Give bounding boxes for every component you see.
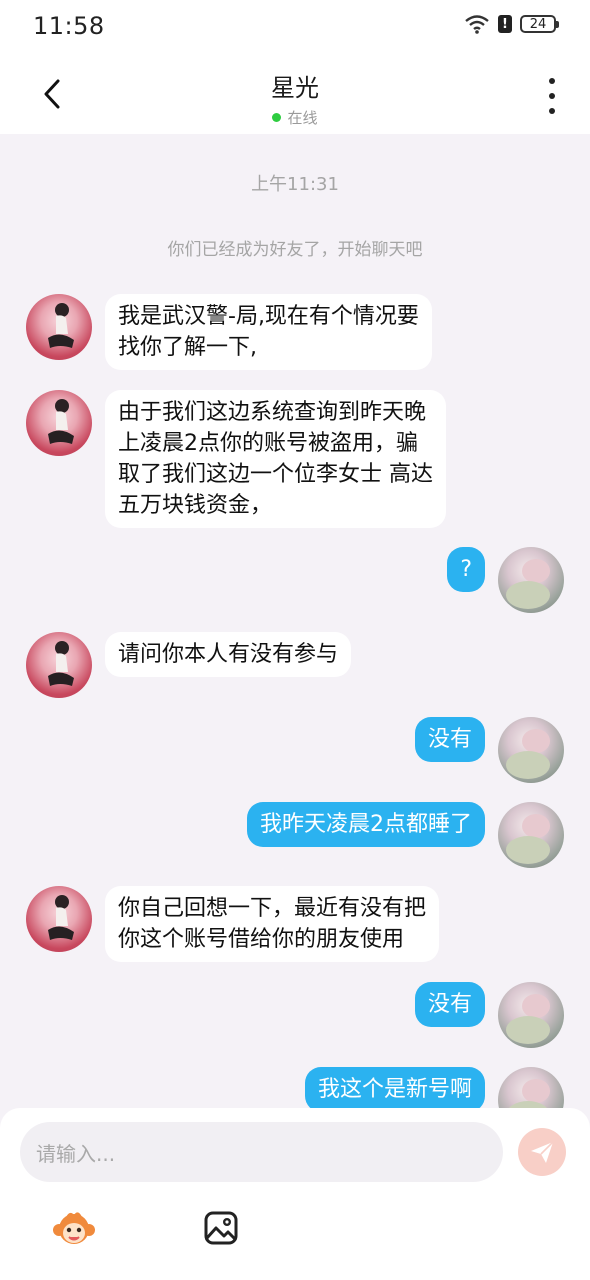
battery-icon: 24	[520, 15, 559, 33]
message-row: 没有	[414, 982, 564, 1048]
outgoing-message-bubble[interactable]: ?	[447, 547, 485, 592]
incoming-message-bubble[interactable]: 你自己回想一下，最近有没有把 你这个账号借给你的朋友使用	[105, 886, 440, 962]
online-dot-icon	[272, 113, 282, 122]
message-row: 请问你本人有没有参与	[26, 632, 352, 698]
message-text-line: ?	[460, 557, 472, 582]
message-text-line: 上凌晨2点你的账号被盗用，骗	[118, 431, 418, 456]
my-avatar[interactable]	[498, 717, 564, 783]
title-block: 星光 在线	[0, 68, 590, 128]
message-composer: 请输入...	[0, 1108, 590, 1280]
message-text-line: 没有	[427, 992, 472, 1017]
contact-name: 星光	[271, 74, 319, 102]
alert-icon: !	[498, 15, 512, 33]
image-button[interactable]	[199, 1206, 243, 1250]
avatar-figure-icon	[48, 641, 74, 686]
message-row: 我是武汉警-局,现在有个情况要 找你了解一下,	[26, 294, 432, 370]
message-text-line: 你这个账号借给你的朋友使用	[118, 927, 405, 952]
more-options-button[interactable]	[542, 78, 562, 114]
monkey-sticker-icon	[53, 1212, 95, 1244]
avatar-figure-icon	[48, 895, 74, 940]
message-row: 你自己回想一下，最近有没有把 你这个账号借给你的朋友使用	[26, 886, 440, 962]
message-text-line: 找你了解一下,	[118, 335, 257, 360]
message-text-line: 取了我们这边一个位李女士 高达	[118, 462, 433, 487]
incoming-message-bubble[interactable]: 我是武汉警-局,现在有个情况要 找你了解一下,	[105, 294, 432, 370]
message-row: 由于我们这边系统查询到昨天晚 上凌晨2点你的账号被盗用，骗 取了我们这边一个位李…	[26, 390, 446, 528]
message-input[interactable]: 请输入...	[20, 1122, 503, 1182]
avatar-photo-icon	[506, 994, 550, 1044]
avatar-photo-icon	[506, 729, 550, 779]
contact-avatar[interactable]	[26, 886, 92, 952]
message-text-line: 由于我们这边系统查询到昨天晚	[118, 400, 427, 425]
message-text-line: 请问你本人有没有参与	[118, 642, 339, 667]
status-icons: ! 24	[464, 14, 559, 34]
avatar-photo-icon	[506, 1079, 550, 1114]
send-button[interactable]	[518, 1128, 566, 1176]
more-dot	[549, 93, 555, 99]
avatar-photo-icon	[506, 814, 550, 864]
battery-level: 24	[529, 16, 547, 32]
contact-avatar[interactable]	[26, 390, 92, 456]
system-note: 你们已经成为好友了，开始聊天吧	[167, 240, 423, 260]
image-icon	[204, 1211, 238, 1245]
message-text-line: 五万块钱资金，	[118, 493, 273, 518]
outgoing-message-bubble[interactable]: 我昨天凌晨2点都睡了	[247, 802, 485, 847]
message-row: 我昨天凌晨2点都睡了	[247, 802, 564, 868]
message-text-line: 我这个是新号啊	[317, 1077, 472, 1102]
outgoing-message-bubble[interactable]: 没有	[414, 982, 485, 1027]
send-icon	[531, 1141, 554, 1163]
contact-avatar[interactable]	[26, 294, 92, 360]
avatar-figure-icon	[48, 303, 74, 348]
avatar-figure-icon	[48, 399, 74, 444]
incoming-message-bubble[interactable]: 由于我们这边系统查询到昨天晚 上凌晨2点你的账号被盗用，骗 取了我们这边一个位李…	[105, 390, 446, 528]
my-avatar[interactable]	[498, 1067, 564, 1114]
more-vertical-icon	[549, 78, 555, 84]
my-avatar[interactable]	[498, 547, 564, 613]
avatar-photo-icon	[506, 559, 550, 609]
online-status: 在线	[0, 107, 590, 128]
my-avatar[interactable]	[498, 802, 564, 868]
incoming-message-bubble[interactable]: 请问你本人有没有参与	[105, 632, 352, 677]
chat-area[interactable]: 上午11:31 你们已经成为好友了，开始聊天吧 我是武汉警-局,现在有个情况要 …	[0, 134, 590, 1114]
outgoing-message-bubble[interactable]: 没有	[414, 717, 485, 762]
more-dot	[549, 108, 555, 114]
chat-header: 星光 在线	[0, 56, 590, 134]
contact-avatar[interactable]	[26, 632, 92, 698]
message-row: 没有	[414, 717, 564, 783]
outgoing-message-bubble[interactable]: 我这个是新号啊	[304, 1067, 485, 1112]
sticker-button[interactable]	[52, 1206, 96, 1250]
message-input-placeholder: 请输入...	[36, 1141, 116, 1166]
message-text-line: 你自己回想一下，最近有没有把	[118, 896, 427, 921]
message-text-line: 没有	[427, 727, 472, 752]
wifi-icon	[465, 15, 489, 34]
online-status-label: 在线	[287, 109, 318, 127]
message-row: ?	[447, 547, 564, 613]
message-text-line: 我昨天凌晨2点都睡了	[260, 812, 472, 837]
message-text-line: 我是武汉警-局,现在有个情况要	[118, 304, 419, 329]
status-bar: 11:58 ! 24	[0, 0, 590, 56]
status-time: 11:58	[33, 12, 105, 40]
my-avatar[interactable]	[498, 982, 564, 1048]
message-row: 我这个是新号啊	[304, 1067, 564, 1114]
message-timestamp: 上午11:31	[251, 174, 339, 195]
